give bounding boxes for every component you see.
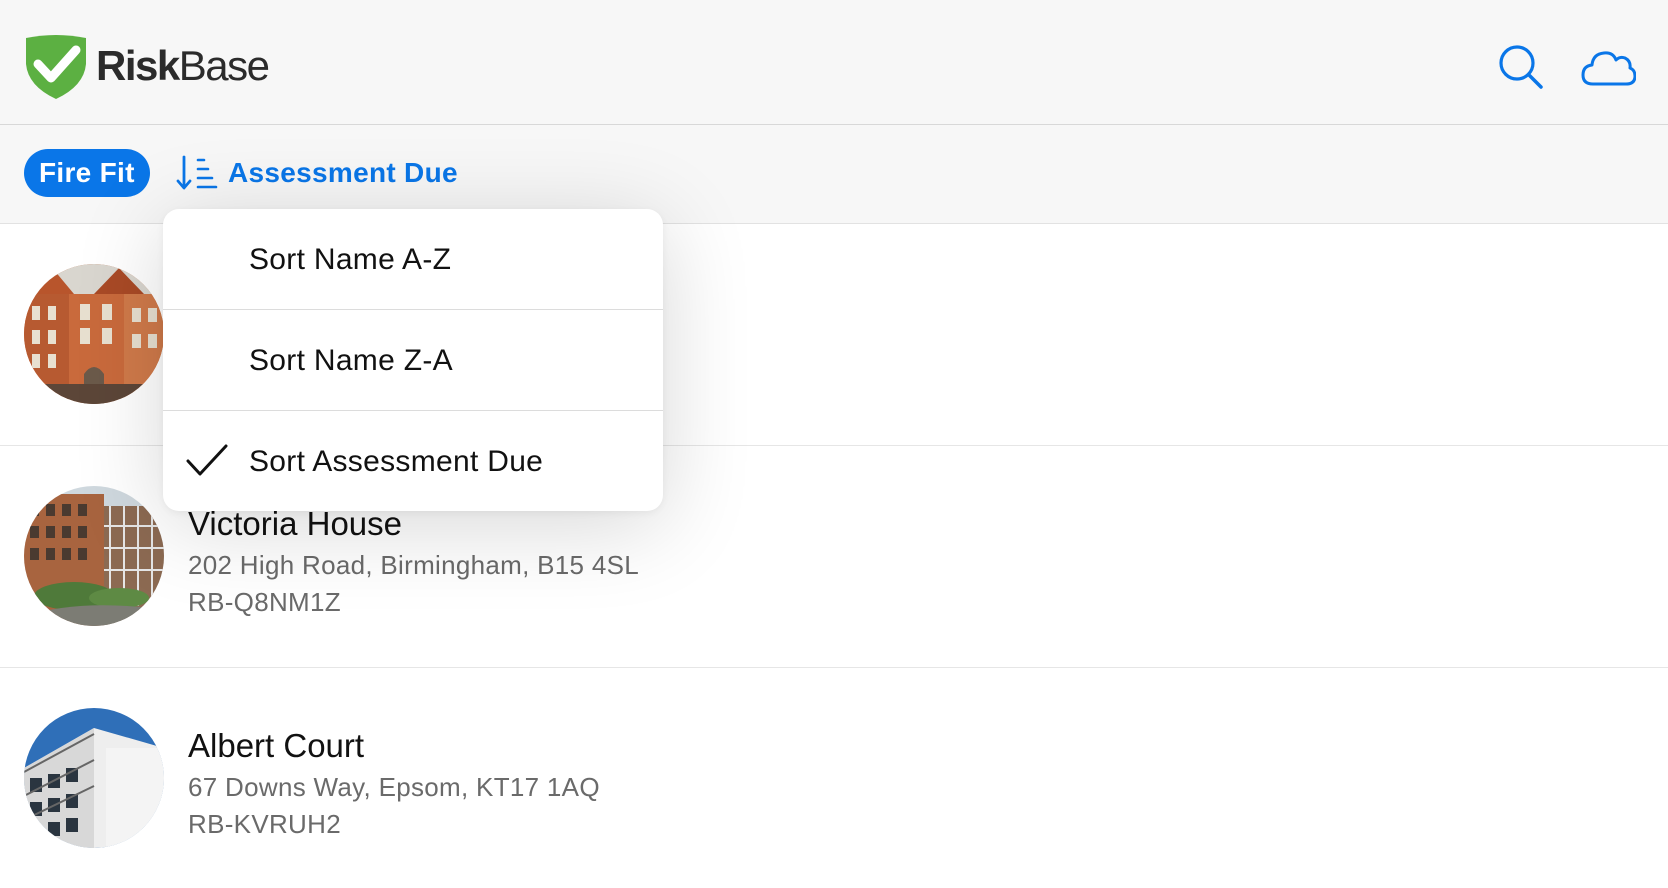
property-address: 67 Downs Way, Epsom, KT17 1AQ (188, 772, 600, 802)
sort-label: Assessment Due (228, 157, 458, 188)
property-photo (24, 708, 164, 848)
sort-menu: Sort Name A-Z Sort Name Z-A Sort Assessm… (163, 209, 663, 511)
app-root: RiskBase Fire Fit Assessment Due Victori… (0, 0, 1668, 888)
brand-name-regular: Base (178, 42, 270, 89)
checkmark-icon (186, 444, 228, 476)
property-photo (24, 264, 164, 404)
property-code: RB-KVRUH2 (188, 809, 341, 839)
sort-icon (176, 155, 218, 190)
property-name: Albert Court (188, 727, 365, 764)
sort-menu-item-label: Sort Name A-Z (249, 243, 452, 276)
cloud-icon[interactable] (1580, 44, 1636, 90)
sort-menu-item-label: Sort Assessment Due (249, 445, 544, 478)
property-row[interactable]: Albert Court 67 Downs Way, Epsom, KT17 1… (0, 668, 1668, 888)
sort-menu-item-label: Sort Name Z-A (249, 344, 453, 377)
sort-menu-item-name-z-a[interactable]: Sort Name Z-A (163, 310, 663, 411)
app-header: RiskBase (0, 0, 1668, 125)
sort-menu-item-name-a-z[interactable]: Sort Name A-Z (163, 209, 663, 310)
sort-menu-item-assessment-due[interactable]: Sort Assessment Due (163, 411, 663, 511)
property-photo (24, 486, 164, 626)
brand-name: RiskBase (96, 38, 270, 94)
filter-chip-fire-fit[interactable]: Fire Fit (24, 149, 150, 197)
property-code: RB-Q8NM1Z (188, 587, 341, 617)
brand-name-bold: Risk (96, 42, 180, 89)
search-icon[interactable] (1496, 44, 1546, 90)
property-address: 202 High Road, Birmingham, B15 4SL (188, 550, 640, 580)
shield-check-logo (26, 35, 86, 99)
